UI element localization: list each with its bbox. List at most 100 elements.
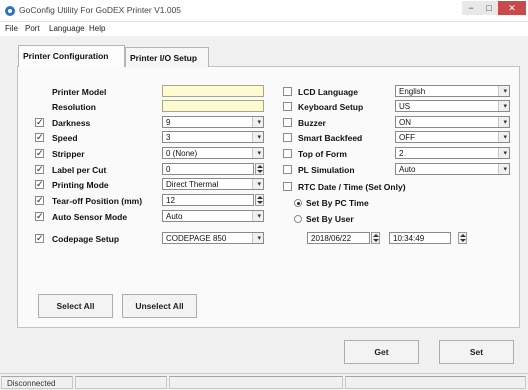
darkness-value: 9	[166, 118, 171, 127]
chevron-down-icon: ▾	[257, 213, 261, 220]
keyboard-setup-checkbox[interactable]	[283, 102, 292, 111]
printer-model-field	[162, 85, 264, 97]
lcd-language-value: English	[399, 87, 426, 96]
pl-simulation-checkbox[interactable]	[283, 165, 292, 174]
buzzer-select[interactable]: ON ▾	[395, 116, 510, 128]
menu-bar: File Port Language Help	[0, 22, 528, 36]
window-title: GoConfig Utility For GoDEX Printer V1.00…	[19, 5, 182, 15]
chevron-down-icon: ▾	[257, 235, 261, 242]
printing-mode-label: Printing Mode	[52, 180, 109, 190]
label-per-cut-input[interactable]: 0	[162, 163, 254, 175]
tab-printer-configuration[interactable]: Printer Configuration	[18, 45, 125, 67]
maximize-button[interactable]: □	[480, 1, 498, 15]
chevron-down-icon: ▾	[257, 134, 261, 141]
speed-label: Speed	[52, 133, 78, 143]
label-per-cut-label: Label per Cut	[52, 165, 107, 175]
stripper-select[interactable]: 0 (None) ▾	[162, 147, 264, 159]
set-by-user-radio[interactable]	[294, 215, 302, 223]
lcd-language-select[interactable]: English ▾	[395, 85, 510, 97]
label-per-cut-checkbox[interactable]	[35, 163, 44, 176]
get-button[interactable]: Get	[344, 340, 419, 364]
buzzer-value: ON	[399, 118, 411, 127]
top-of-form-value: 2	[399, 149, 404, 158]
stripper-value: 0 (None)	[166, 149, 198, 158]
pl-simulation-select[interactable]: Auto ▾	[395, 163, 510, 175]
tab-printer-io-setup[interactable]: Printer I/O Setup	[125, 47, 209, 67]
chevron-down-icon: ▾	[257, 119, 261, 126]
auto-sensor-label: Auto Sensor Mode	[52, 212, 128, 222]
resolution-label: Resolution	[52, 102, 96, 112]
chevron-down-icon: ▾	[503, 166, 507, 173]
keyboard-setup-label: Keyboard Setup	[298, 102, 364, 112]
keyboard-setup-value: US	[399, 102, 411, 111]
chevron-down-icon: ▾	[503, 103, 507, 110]
speed-checkbox[interactable]	[35, 131, 44, 144]
keyboard-setup-select[interactable]: US ▾	[395, 100, 510, 112]
rtc-checkbox[interactable]	[283, 182, 292, 191]
window-controls: − □ ✕	[462, 1, 526, 16]
chevron-down-icon: ▾	[257, 181, 261, 188]
darkness-label: Darkness	[52, 118, 91, 128]
menu-language[interactable]: Language	[49, 24, 85, 33]
tear-off-checkbox[interactable]	[35, 194, 44, 207]
select-all-button[interactable]: Select All	[38, 294, 113, 318]
speed-value: 3	[166, 133, 171, 142]
top-of-form-label: Top of Form	[298, 149, 347, 159]
tear-off-spinner[interactable]	[255, 194, 264, 206]
set-by-user-label: Set By User	[306, 214, 354, 224]
menu-file[interactable]: File	[5, 24, 18, 33]
smart-backfeed-value: OFF	[399, 133, 415, 142]
stripper-label: Stripper	[52, 149, 85, 159]
rtc-label: RTC Date / Time (Set Only)	[298, 182, 406, 192]
close-button[interactable]: ✕	[498, 1, 526, 15]
smart-backfeed-select[interactable]: OFF ▾	[395, 131, 510, 143]
connection-status: Disconnected	[7, 379, 56, 388]
menu-port[interactable]: Port	[25, 24, 40, 33]
set-by-pc-time-label: Set By PC Time	[306, 198, 369, 208]
resolution-field	[162, 100, 264, 112]
rtc-date-spinner[interactable]	[371, 232, 380, 244]
label-per-cut-spinner[interactable]	[255, 163, 264, 175]
status-panel-connection: Disconnected	[1, 376, 73, 389]
buzzer-checkbox[interactable]	[283, 118, 292, 127]
chevron-down-icon: ▾	[503, 134, 507, 141]
auto-sensor-checkbox[interactable]	[35, 210, 44, 223]
smart-backfeed-checkbox[interactable]	[283, 133, 292, 142]
title-bar: GoConfig Utility For GoDEX Printer V1.00…	[0, 0, 528, 22]
auto-sensor-select[interactable]: Auto ▾	[162, 210, 264, 222]
chevron-down-icon: ▾	[503, 150, 507, 157]
darkness-checkbox[interactable]	[35, 116, 44, 129]
printing-mode-checkbox[interactable]	[35, 178, 44, 191]
set-button[interactable]: Set	[439, 340, 514, 364]
set-by-pc-time-radio[interactable]	[294, 199, 302, 207]
printing-mode-select[interactable]: Direct Thermal ▾	[162, 178, 264, 190]
stripper-checkbox[interactable]	[35, 147, 44, 160]
minimize-button[interactable]: −	[462, 1, 480, 15]
darkness-select[interactable]: 9 ▾	[162, 116, 264, 128]
rtc-time-spinner[interactable]	[458, 232, 467, 244]
lcd-language-checkbox[interactable]	[283, 87, 292, 96]
printing-mode-value: Direct Thermal	[166, 180, 219, 189]
codepage-value: CODEPAGE 850	[166, 234, 227, 243]
unselect-all-button[interactable]: Unselect All	[122, 294, 197, 318]
codepage-label: Codepage Setup	[52, 234, 120, 244]
tear-off-label: Tear-off Position (mm)	[52, 196, 143, 206]
pl-simulation-value: Auto	[399, 165, 416, 174]
buzzer-label: Buzzer	[298, 118, 326, 128]
speed-select[interactable]: 3 ▾	[162, 131, 264, 143]
codepage-select[interactable]: CODEPAGE 850 ▾	[162, 232, 264, 244]
status-panel	[169, 376, 343, 389]
chevron-down-icon: ▾	[257, 150, 261, 157]
status-panel	[345, 376, 526, 389]
smart-backfeed-label: Smart Backfeed	[298, 133, 363, 143]
top-of-form-checkbox[interactable]	[283, 149, 292, 158]
tear-off-input[interactable]: 12	[162, 194, 254, 206]
codepage-checkbox[interactable]	[35, 232, 44, 245]
rtc-time-input[interactable]: 10:34:49	[389, 232, 451, 244]
menu-help[interactable]: Help	[89, 24, 105, 33]
app-logo-icon	[5, 6, 15, 16]
auto-sensor-value: Auto	[166, 212, 183, 221]
rtc-date-input[interactable]: 2018/06/22	[307, 232, 370, 244]
pl-simulation-label: PL Simulation	[298, 165, 355, 175]
top-of-form-select[interactable]: 2 ▾	[395, 147, 510, 159]
